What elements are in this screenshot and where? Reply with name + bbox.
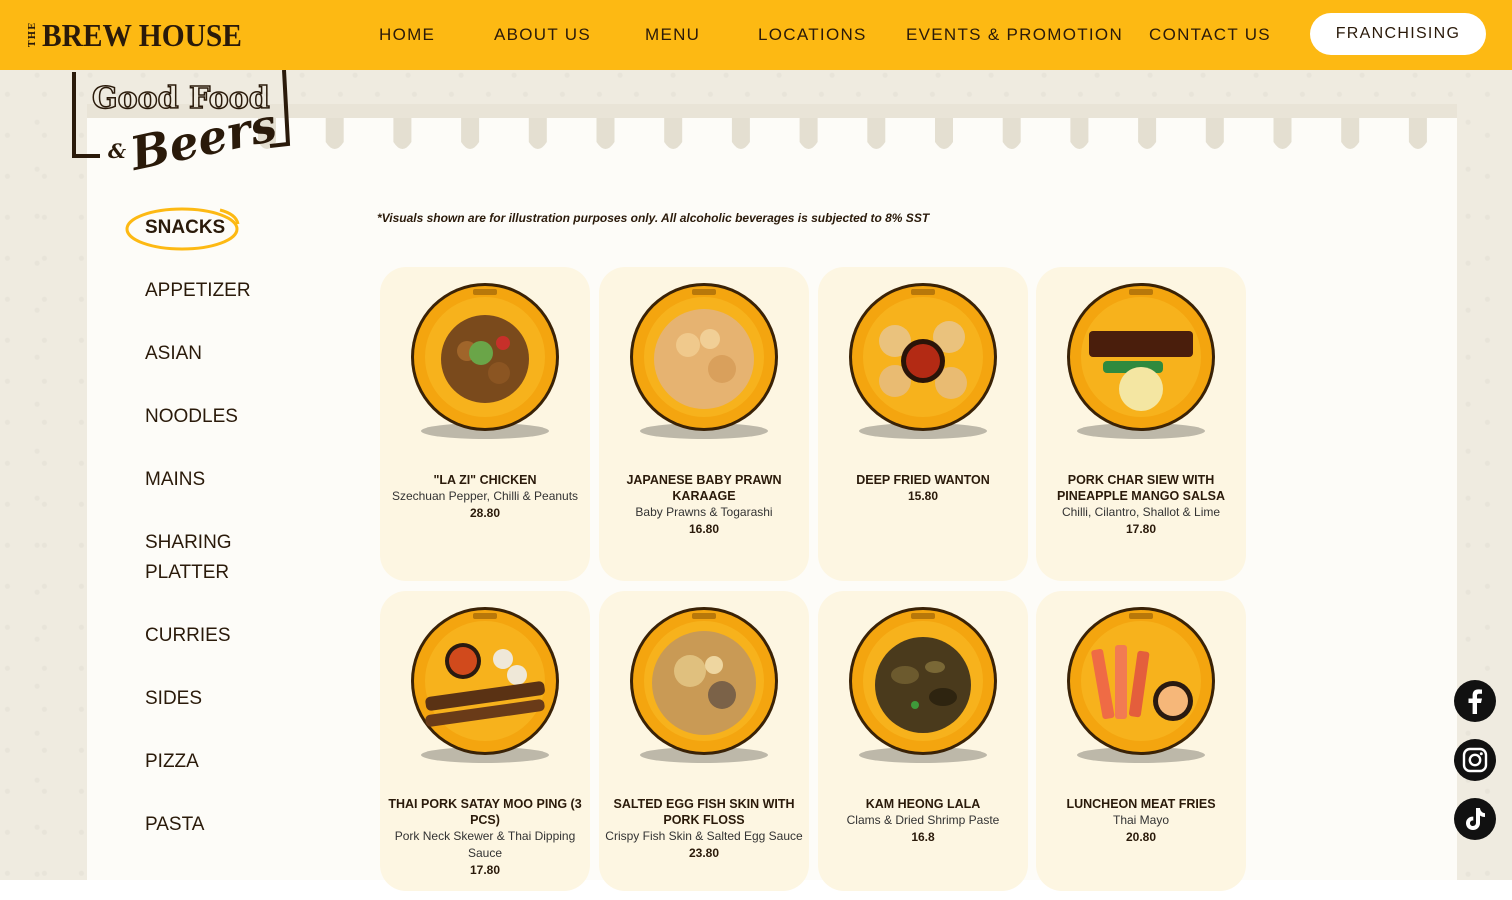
- scallop-drop: [935, 118, 953, 149]
- brew-house-logo[interactable]: THE BREW HOUSE: [28, 16, 259, 53]
- instagram-icon[interactable]: [1454, 739, 1496, 781]
- illustration-disclaimer: *Visuals shown are for illustration purp…: [377, 211, 930, 225]
- franchising-button[interactable]: FRANCHISING: [1310, 13, 1486, 55]
- category-pasta[interactable]: PASTA: [145, 810, 204, 840]
- scallop-drop: [867, 118, 886, 149]
- nav-locations[interactable]: LOCATIONS: [758, 25, 867, 45]
- category-curries[interactable]: CURRIES: [145, 621, 231, 651]
- dish-photo: [845, 605, 1001, 775]
- category-sharing-line2: PLATTER: [145, 562, 230, 583]
- dish-photo: [407, 281, 563, 451]
- category-asian[interactable]: ASIAN: [145, 339, 202, 369]
- dish-price: 15.80: [907, 489, 939, 503]
- dish-card[interactable]: THAI PORK SATAY MOO PING (3 PCS) Pork Nec…: [380, 591, 590, 891]
- category-sharing-platter[interactable]: SHARING PLATTER: [145, 528, 232, 588]
- dish-description: Pork Neck Skewer & Thai Dipping Sauce: [394, 829, 576, 860]
- nav-home[interactable]: HOME: [379, 25, 435, 45]
- tiktok-icon[interactable]: [1454, 798, 1496, 840]
- scallop-drop: [325, 118, 344, 149]
- dish-card[interactable]: DEEP FRIED WANTON 15.80: [818, 267, 1028, 581]
- dish-price: 23.80: [688, 846, 720, 860]
- dish-info: LUNCHEON MEAT FRIES Thai Mayo 20.80: [1042, 796, 1240, 846]
- dish-card[interactable]: LUNCHEON MEAT FRIES Thai Mayo 20.80: [1036, 591, 1246, 891]
- scallop-drop: [1273, 118, 1292, 149]
- scallop-drop: [393, 118, 412, 149]
- scallop-drop: [664, 118, 683, 149]
- dish-card[interactable]: JAPANESE BABY PRAWN KARAAGE Baby Prawns &…: [599, 267, 809, 581]
- dish-card[interactable]: KAM HEONG LALA Clams & Dried Shrimp Paste…: [818, 591, 1028, 891]
- dish-price: 17.80: [1125, 522, 1157, 536]
- category-sharing-line1: SHARING: [145, 532, 232, 553]
- dish-name: SALTED EGG FISH SKIN WITH PORK FLOSS: [613, 797, 795, 827]
- dish-card[interactable]: SALTED EGG FISH SKIN WITH PORK FLOSS Cris…: [599, 591, 809, 891]
- dish-card[interactable]: "LA ZI" CHICKEN Szechuan Pepper, Chilli &…: [380, 267, 590, 581]
- category-appetizer[interactable]: APPETIZER: [145, 276, 251, 306]
- dish-name: DEEP FRIED WANTON: [856, 473, 990, 487]
- dish-info: PORK CHAR SIEW WITH PINEAPPLE MANGO SALS…: [1042, 472, 1240, 538]
- dish-description: Clams & Dried Shrimp Paste: [846, 813, 1000, 827]
- good-food-beers-stamp: Good Food & Beers: [72, 69, 291, 178]
- dish-photo: [1063, 605, 1219, 775]
- scallop-drop: [1138, 118, 1157, 149]
- dish-price: 16.8: [911, 830, 935, 844]
- logo-prefix: THE: [28, 22, 38, 48]
- dish-photo: [845, 281, 1001, 451]
- dish-name: KAM HEONG LALA: [865, 797, 981, 811]
- dish-price: 16.80: [688, 522, 720, 536]
- dish-description: Baby Prawns & Togarashi: [635, 505, 773, 519]
- dish-info: DEEP FRIED WANTON 15.80: [824, 472, 1022, 505]
- scallop-drop: [731, 118, 750, 149]
- category-sides[interactable]: SIDES: [145, 684, 202, 714]
- scallop-drop: [461, 118, 480, 149]
- dish-photo: [626, 281, 782, 451]
- nav-about-us[interactable]: ABOUT US: [494, 25, 591, 45]
- scallop-drop: [1070, 118, 1089, 149]
- dish-info: JAPANESE BABY PRAWN KARAAGE Baby Prawns &…: [605, 472, 803, 538]
- dish-card[interactable]: PORK CHAR SIEW WITH PINEAPPLE MANGO SALS…: [1036, 267, 1246, 581]
- stamp-ampersand: &: [108, 139, 126, 163]
- category-noodles[interactable]: NOODLES: [145, 402, 238, 432]
- category-snacks[interactable]: SNACKS: [145, 213, 225, 243]
- dish-info: SALTED EGG FISH SKIN WITH PORK FLOSS Cris…: [605, 796, 803, 862]
- scallop-drop: [1205, 118, 1224, 149]
- scallop-drop: [1341, 118, 1360, 149]
- category-mains[interactable]: MAINS: [145, 465, 205, 495]
- top-navigation-bar: THE BREW HOUSE HOME ABOUT US MENU LOCATI…: [0, 0, 1512, 70]
- dish-info: THAI PORK SATAY MOO PING (3 PCS) Pork Nec…: [386, 796, 584, 879]
- nav-menu[interactable]: MENU: [645, 25, 700, 45]
- scallop-drop: [528, 118, 547, 149]
- scalloped-edge: [87, 104, 1457, 149]
- scallop-drop: [799, 118, 818, 149]
- dish-name: JAPANESE BABY PRAWN KARAAGE: [626, 473, 782, 503]
- dish-name: THAI PORK SATAY MOO PING (3 PCS): [388, 797, 582, 827]
- dish-description: Chilli, Cilantro, Shallot & Lime: [1061, 505, 1221, 519]
- logo-wordmark: BREW HOUSE: [42, 16, 242, 53]
- category-pizza[interactable]: PIZZA: [145, 747, 199, 777]
- dish-description: Thai Mayo: [1112, 813, 1170, 827]
- dish-name: PORK CHAR SIEW WITH PINEAPPLE MANGO SALS…: [1056, 473, 1226, 503]
- facebook-icon[interactable]: [1454, 680, 1496, 722]
- nav-contact-us[interactable]: CONTACT US: [1149, 25, 1271, 45]
- scallop-drop: [1408, 118, 1427, 149]
- dish-price: 17.80: [469, 863, 501, 877]
- scallop-drop: [596, 118, 615, 149]
- dish-photo: [626, 605, 782, 775]
- dish-price: 28.80: [469, 506, 501, 520]
- dish-description: Szechuan Pepper, Chilli & Peanuts: [391, 489, 579, 503]
- dish-price: 20.80: [1125, 830, 1157, 844]
- nav-events-promotion[interactable]: EVENTS & PROMOTION: [906, 25, 1123, 45]
- dish-description: Crispy Fish Skin & Salted Egg Sauce: [605, 829, 803, 843]
- dish-photo: [1063, 281, 1219, 451]
- dish-info: KAM HEONG LALA Clams & Dried Shrimp Paste…: [824, 796, 1022, 846]
- dish-name: LUNCHEON MEAT FRIES: [1066, 797, 1216, 811]
- scallop-drop: [1002, 118, 1021, 149]
- dish-info: "LA ZI" CHICKEN Szechuan Pepper, Chilli &…: [386, 472, 584, 522]
- dish-name: "LA ZI" CHICKEN: [433, 473, 537, 487]
- dish-photo: [407, 605, 563, 775]
